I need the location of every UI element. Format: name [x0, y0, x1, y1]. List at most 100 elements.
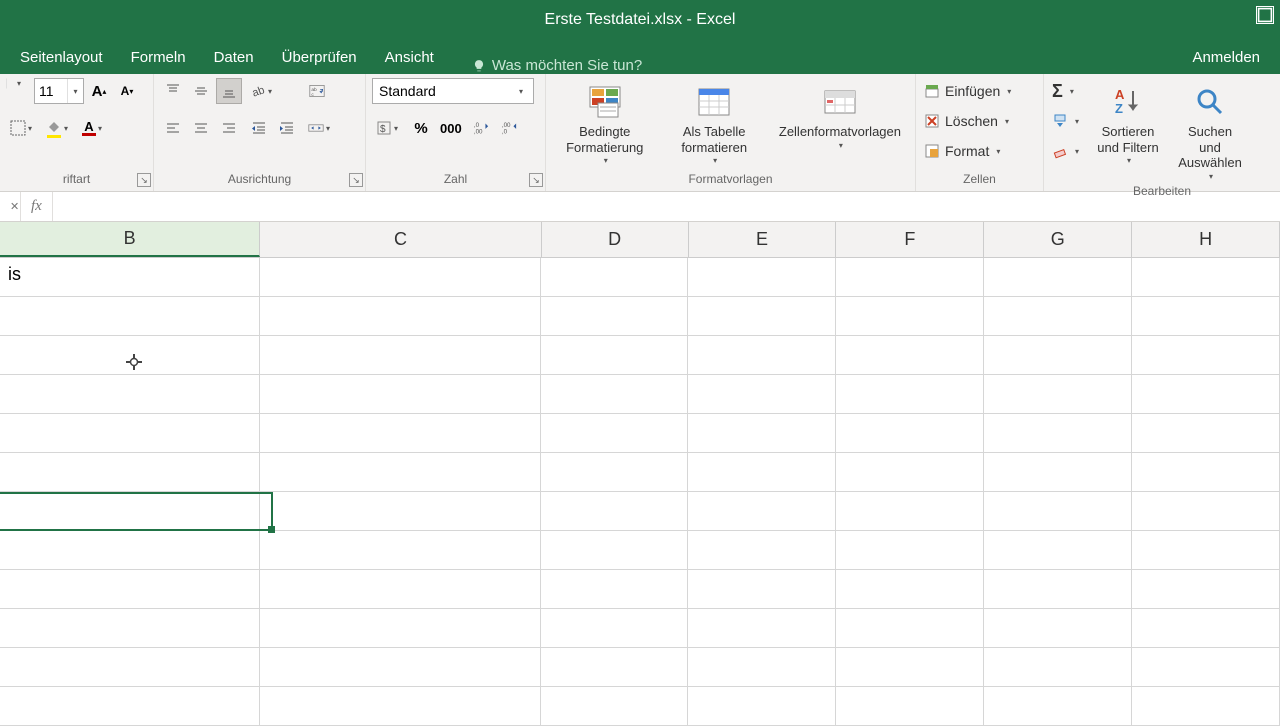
- table-row: [0, 297, 1280, 336]
- increase-indent-button[interactable]: [274, 115, 300, 141]
- group-font: ▾ ▾ A▴ A▾ ▾: [0, 74, 154, 191]
- find-select-button[interactable]: Suchen und Auswählen▾: [1171, 78, 1249, 181]
- clear-button[interactable]: ▾: [1050, 138, 1085, 164]
- number-format-dropdown[interactable]: Standard ▾: [372, 78, 534, 104]
- align-top-button[interactable]: [160, 78, 186, 104]
- sort-filter-button[interactable]: AZ Sortieren und Filtern▾: [1089, 78, 1167, 181]
- column-headers: B C D E F G H: [0, 222, 1280, 258]
- tab-daten[interactable]: Daten: [200, 41, 268, 74]
- cell[interactable]: [688, 258, 836, 296]
- cell[interactable]: [836, 258, 984, 296]
- cells-area[interactable]: is: [0, 258, 1280, 726]
- comma-format-button[interactable]: 000: [436, 115, 466, 141]
- fx-button[interactable]: fx: [21, 192, 53, 221]
- orientation-button[interactable]: ab▾: [246, 78, 280, 104]
- tab-ansicht[interactable]: Ansicht: [371, 41, 448, 74]
- svg-text:c: c: [311, 93, 314, 98]
- cell-styles-button[interactable]: Zellenformatvorlagen▾: [771, 78, 909, 169]
- number-dialog-launcher[interactable]: ↘: [529, 173, 543, 187]
- svg-text:$: $: [380, 124, 386, 135]
- cell[interactable]: [984, 258, 1132, 296]
- format-as-table-button[interactable]: Als Tabelle formatieren▾: [662, 78, 767, 169]
- column-header-F[interactable]: F: [836, 222, 984, 257]
- font-color-button[interactable]: A ▾: [78, 115, 110, 141]
- tellme-search[interactable]: Was möchten Sie tun?: [472, 57, 642, 74]
- conditional-formatting-button[interactable]: Bedingte Formatierung▾: [552, 78, 658, 169]
- insert-cells-button[interactable]: Einfügen▾: [922, 78, 1017, 104]
- fill-button[interactable]: ▾: [1050, 108, 1085, 134]
- window-controls: [1256, 6, 1274, 24]
- table-row: is: [0, 258, 1280, 297]
- sort-filter-icon: AZ: [1113, 82, 1143, 122]
- cell[interactable]: [1132, 258, 1280, 296]
- cancel-formula-button[interactable]: ✕: [0, 192, 21, 221]
- accounting-format-button[interactable]: $▾: [372, 115, 406, 141]
- lightbulb-icon: [472, 59, 486, 73]
- decrease-indent-button[interactable]: [246, 115, 272, 141]
- align-middle-button[interactable]: [188, 78, 214, 104]
- window-title: Erste Testdatei.xlsx - Excel: [545, 11, 736, 29]
- table-row: [0, 687, 1280, 726]
- cell-styles-label: Zellenformatvorlagen: [779, 124, 901, 140]
- format-cells-button[interactable]: Format▾: [922, 138, 1017, 164]
- chevron-down-icon: ▾: [67, 79, 83, 103]
- table-row: [0, 648, 1280, 687]
- autosum-button[interactable]: Σ▾: [1050, 78, 1085, 104]
- alignment-dialog-launcher[interactable]: ↘: [349, 173, 363, 187]
- decrease-font-button[interactable]: A▾: [114, 78, 140, 104]
- column-header-D[interactable]: D: [542, 222, 689, 257]
- table-row: [0, 570, 1280, 609]
- insert-icon: [924, 83, 940, 99]
- spreadsheet-grid[interactable]: B C D E F G H is: [0, 222, 1280, 726]
- cell[interactable]: [541, 258, 688, 296]
- cell[interactable]: is: [0, 258, 260, 296]
- fill-color-button[interactable]: ▾: [42, 115, 76, 141]
- wrap-text-button[interactable]: abc: [304, 78, 330, 104]
- number-format-value: Standard: [379, 83, 436, 99]
- table-row: [0, 453, 1280, 492]
- column-header-E[interactable]: E: [689, 222, 837, 257]
- group-label-number: Zahl: [372, 169, 539, 191]
- svg-text:,00: ,00: [474, 128, 483, 135]
- format-icon: [924, 143, 940, 159]
- group-alignment: ab▾ abc ▾ Ausrichtung ↘: [154, 74, 366, 191]
- merge-center-button[interactable]: ▾: [304, 115, 338, 141]
- cell[interactable]: [260, 258, 541, 296]
- format-as-table-label: Als Tabelle formatieren: [670, 124, 759, 155]
- fill-down-icon: [1052, 113, 1068, 129]
- eraser-icon: [1052, 143, 1068, 159]
- svg-text:A: A: [1115, 87, 1125, 102]
- column-header-B[interactable]: B: [0, 222, 260, 257]
- conditional-formatting-label: Bedingte Formatierung: [560, 124, 650, 155]
- table-row: [0, 609, 1280, 648]
- tab-ueberpruefen[interactable]: Überprüfen: [268, 41, 371, 74]
- cell-styles-icon: [823, 82, 857, 122]
- group-label-font: riftart: [6, 169, 147, 191]
- align-bottom-button[interactable]: [216, 78, 242, 104]
- restore-button[interactable]: [1256, 6, 1274, 24]
- font-size-input[interactable]: [35, 83, 65, 99]
- column-header-H[interactable]: H: [1132, 222, 1280, 257]
- increase-font-button[interactable]: A▴: [86, 78, 112, 104]
- align-center-button[interactable]: [188, 115, 214, 141]
- column-header-C[interactable]: C: [260, 222, 541, 257]
- tab-formeln[interactable]: Formeln: [117, 41, 200, 74]
- table-row: [0, 492, 1280, 531]
- login-link[interactable]: Anmelden: [1178, 41, 1274, 74]
- font-name-dropdown[interactable]: ▾: [6, 78, 32, 89]
- align-left-button[interactable]: [160, 115, 186, 141]
- group-label-styles: Formatvorlagen: [552, 169, 909, 191]
- tab-seitenlayout[interactable]: Seitenlayout: [6, 41, 117, 74]
- decrease-decimal-button[interactable]: ,00,0: [496, 115, 522, 141]
- tellme-placeholder: Was möchten Sie tun?: [492, 57, 642, 74]
- borders-button[interactable]: ▾: [6, 115, 40, 141]
- column-header-G[interactable]: G: [984, 222, 1132, 257]
- delete-cells-button[interactable]: Löschen▾: [922, 108, 1017, 134]
- font-size-box[interactable]: ▾: [34, 78, 84, 104]
- group-number: Standard ▾ $▾ % 000 ,0,00 ,00,0 Zahl ↘: [366, 74, 546, 191]
- align-right-button[interactable]: [216, 115, 242, 141]
- percent-format-button[interactable]: %: [408, 115, 434, 141]
- increase-decimal-button[interactable]: ,0,00: [468, 115, 494, 141]
- font-dialog-launcher[interactable]: ↘: [137, 173, 151, 187]
- group-label-editing: Bearbeiten: [1050, 181, 1274, 203]
